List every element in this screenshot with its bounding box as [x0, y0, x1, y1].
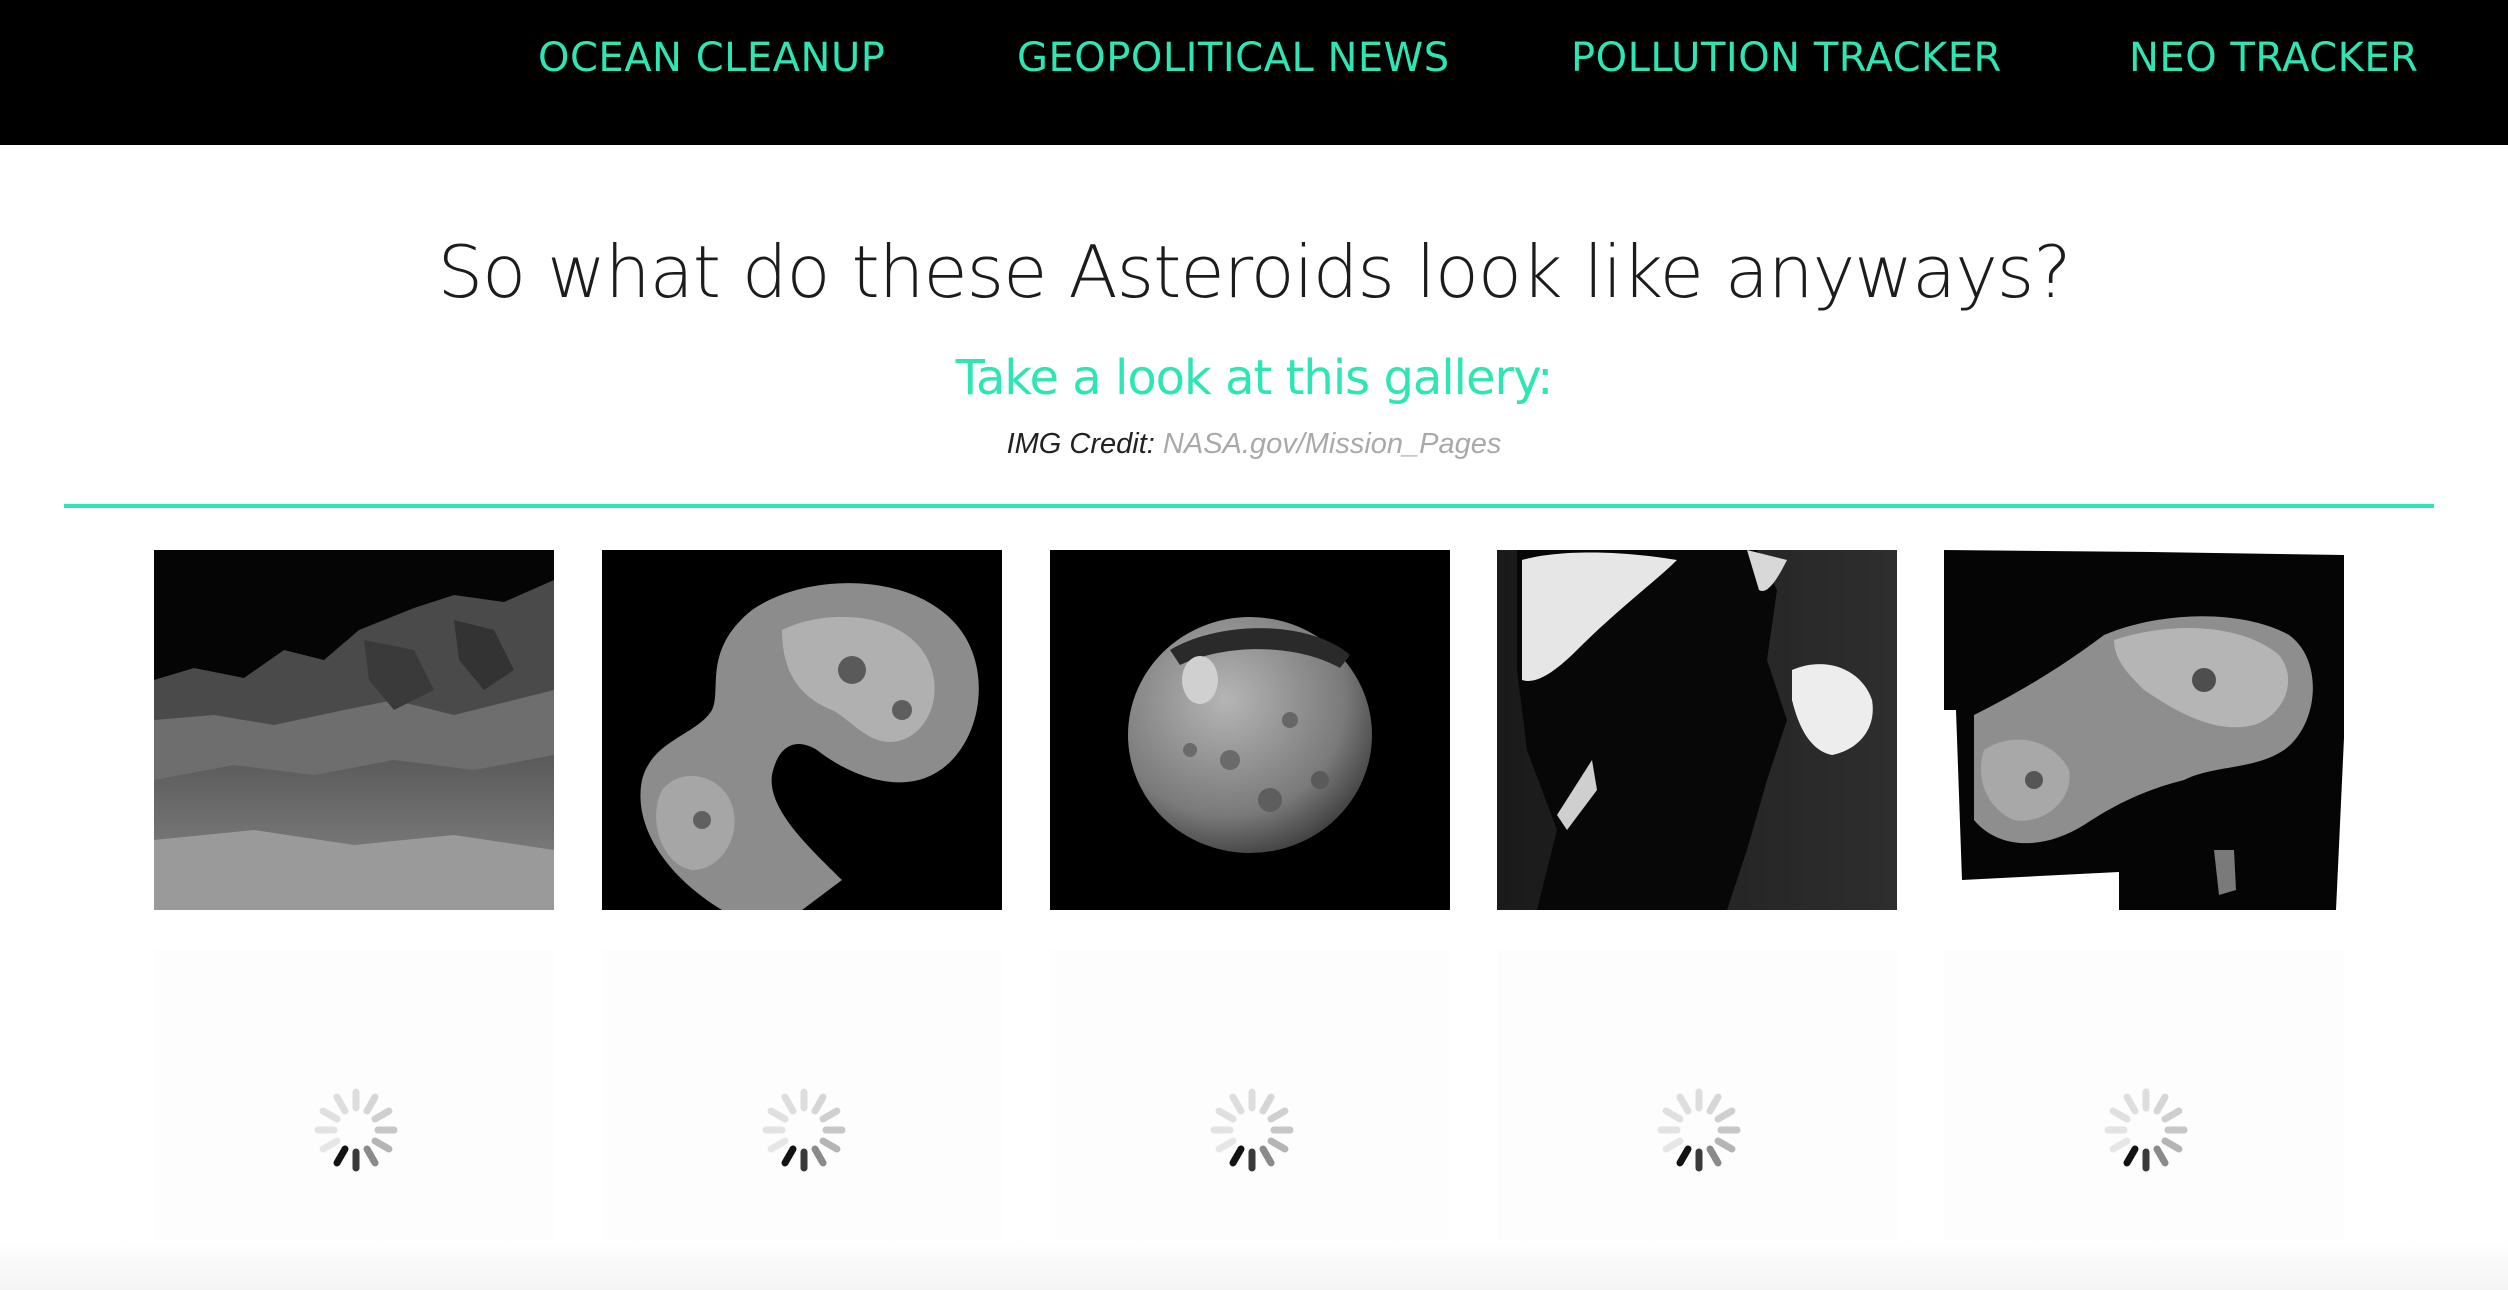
nav-link-pollution-tracker[interactable]: POLLUTION TRACKER: [1571, 28, 2002, 88]
gallery-image-4[interactable]: [1497, 550, 1897, 910]
loading-spinner-icon: [1210, 1088, 1294, 1172]
loading-spinner-icon: [2104, 1088, 2188, 1172]
comet-nucleus-image: [602, 550, 1002, 910]
page-title: So what do these Asteroids look like any…: [437, 230, 2071, 314]
gallery-image-1[interactable]: [154, 550, 554, 910]
section-divider: [64, 504, 2434, 508]
round-asteroid-image: [1050, 550, 1450, 910]
loading-tile-2: [602, 950, 1002, 1290]
gallery-image-2[interactable]: [602, 550, 1002, 910]
loading-tile-5: [1944, 950, 2344, 1290]
nav-link-ocean-cleanup[interactable]: OCEAN CLEANUP: [538, 28, 885, 88]
nav-link-geopolitical-news[interactable]: GEOPOLITICAL NEWS: [1017, 28, 1450, 88]
bottom-edge-shade: [0, 1240, 2508, 1290]
gallery-image-3[interactable]: [1050, 550, 1450, 910]
loading-tile-4: [1497, 950, 1897, 1290]
loading-spinner-icon: [762, 1088, 846, 1172]
backlit-comet-image: [1497, 550, 1897, 910]
loading-spinner-icon: [1657, 1088, 1741, 1172]
comet-mosaic-image: [1944, 550, 2344, 910]
loading-spinner-icon: [314, 1088, 398, 1172]
gallery-subtitle: Take a look at this gallery:: [955, 350, 1554, 406]
image-credit-link[interactable]: NASA.gov/Mission_Pages: [1163, 428, 1502, 460]
loading-tile-1: [154, 950, 554, 1290]
image-credit-label: IMG Credit:: [1006, 428, 1155, 460]
loading-tile-3: [1050, 950, 1450, 1290]
comet-surface-image: [154, 550, 554, 910]
top-nav-bar: OCEAN CLEANUP GEOPOLITICAL NEWS POLLUTIO…: [0, 0, 2508, 145]
image-credit: IMG Credit: NASA.gov/Mission_Pages: [0, 428, 2508, 461]
gallery-image-5[interactable]: [1944, 550, 2344, 910]
nav-link-neo-tracker[interactable]: NEO TRACKER: [2129, 28, 2418, 88]
